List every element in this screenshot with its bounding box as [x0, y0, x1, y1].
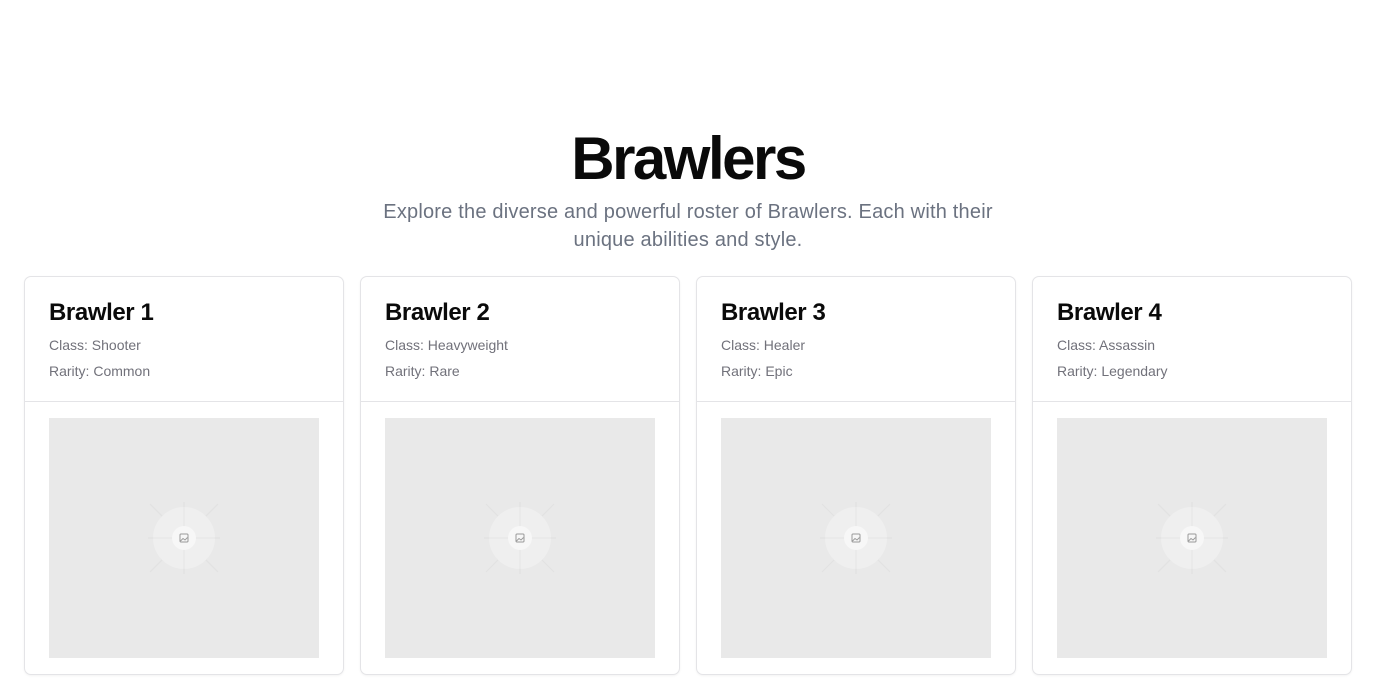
brawler-card[interactable]: Brawler 1 Class: Shooter Rarity: Common	[24, 276, 344, 675]
brawler-image-placeholder	[385, 418, 655, 658]
brawler-rarity: Rarity: Epic	[721, 363, 793, 379]
brawler-card-header: Brawler 2 Class: Heavyweight Rarity: Rar…	[361, 277, 679, 402]
page-subtitle: Explore the diverse and powerful roster …	[383, 201, 993, 251]
brawler-card-body	[697, 402, 1015, 658]
image-placeholder-icon	[1156, 502, 1228, 574]
brawler-name: Brawler 2	[385, 299, 490, 326]
brawler-image-placeholder	[49, 418, 319, 658]
brawler-card[interactable]: Brawler 2 Class: Heavyweight Rarity: Rar…	[360, 276, 680, 675]
image-placeholder-icon	[148, 502, 220, 574]
brawler-card-header: Brawler 4 Class: Assassin Rarity: Legend…	[1033, 277, 1351, 402]
brawler-name: Brawler 4	[1057, 299, 1162, 326]
brawler-name: Brawler 1	[49, 299, 154, 326]
brawler-rarity: Rarity: Rare	[385, 363, 460, 379]
brawler-class: Class: Heavyweight	[385, 337, 508, 353]
brawler-card-header: Brawler 1 Class: Shooter Rarity: Common	[25, 277, 343, 402]
brawler-image-placeholder	[721, 418, 991, 658]
image-placeholder-icon	[820, 502, 892, 574]
brawler-class: Class: Assassin	[1057, 337, 1156, 353]
brawler-card[interactable]: Brawler 4 Class: Assassin Rarity: Legend…	[1032, 276, 1352, 675]
brawler-rarity: Rarity: Legendary	[1057, 363, 1168, 379]
brawler-card[interactable]: Brawler 3 Class: Healer Rarity: Epic	[696, 276, 1016, 675]
image-placeholder-icon	[484, 502, 556, 574]
brawler-card-body	[1033, 402, 1351, 658]
brawler-image-placeholder	[1057, 418, 1327, 658]
brawler-card-body	[361, 402, 679, 658]
brawler-rarity: Rarity: Common	[49, 363, 151, 379]
hero-section: Brawlers Explore the diverse and powerfu…	[0, 124, 1376, 254]
brawler-name: Brawler 3	[721, 299, 826, 326]
brawler-class: Class: Healer	[721, 337, 806, 353]
page-title: Brawlers	[571, 125, 807, 192]
brawler-card-header: Brawler 3 Class: Healer Rarity: Epic	[697, 277, 1015, 402]
brawler-card-grid: Brawler 1 Class: Shooter Rarity: Common	[24, 276, 1352, 675]
brawler-card-body	[25, 402, 343, 658]
brawlers-page: Brawlers Explore the diverse and powerfu…	[0, 0, 1376, 700]
brawler-class: Class: Shooter	[49, 337, 141, 353]
